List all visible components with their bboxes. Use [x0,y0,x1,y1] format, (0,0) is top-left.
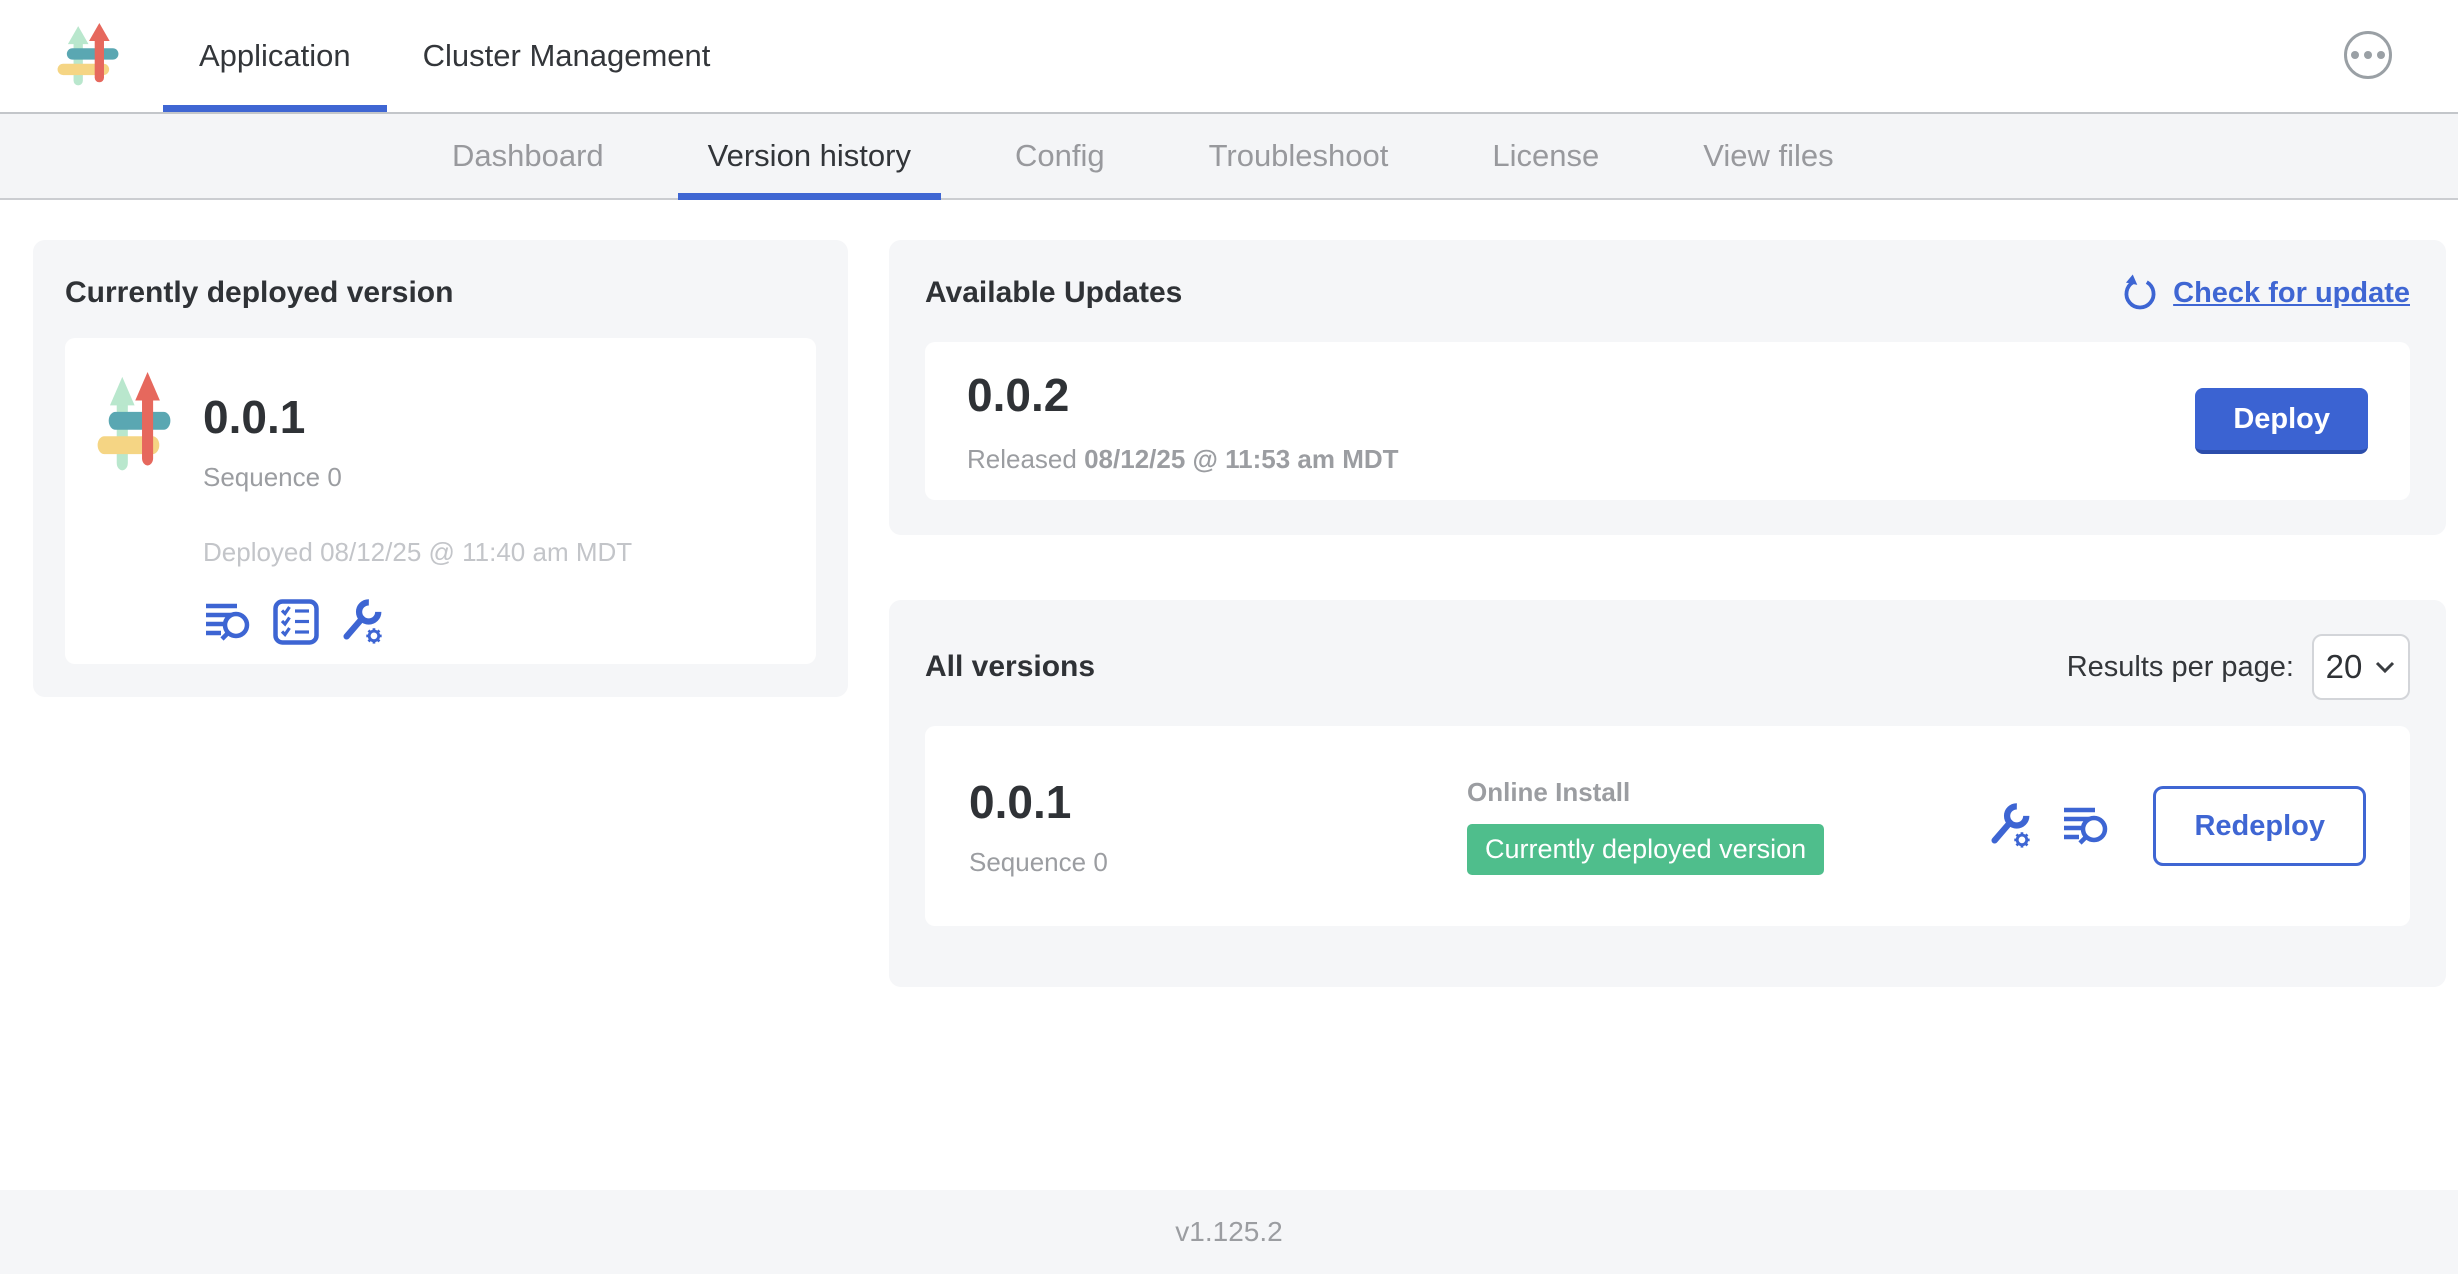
footer-version-label: v1.125.2 [1175,1216,1282,1248]
edit-config-icon[interactable] [1985,802,2033,850]
app-icon [97,372,171,476]
tab-cluster-management[interactable]: Cluster Management [387,0,747,112]
app-subnav: Dashboard Version history Config Trouble… [0,112,2458,200]
deployed-sequence-label: Sequence 0 [203,462,632,493]
currently-deployed-card: 0.0.1 Sequence 0 Deployed 08/12/25 @ 11:… [65,338,816,664]
edit-config-icon[interactable] [337,598,385,646]
currently-deployed-section: Currently deployed version 0.0.1 Sequenc… [33,240,848,697]
chevron-down-icon [2374,660,2396,674]
deploy-logs-icon[interactable] [2061,803,2113,849]
available-updates-section: Available Updates Check for update 0.0.2… [889,240,2446,535]
all-versions-section: All versions Results per page: 20 0.0.1 … [889,600,2446,987]
ellipsis-menu-button[interactable] [2344,31,2392,79]
tab-application[interactable]: Application [163,0,387,112]
results-per-page-select[interactable]: 20 [2312,634,2410,700]
update-version-label: 0.0.2 [967,368,1399,422]
deployed-actions [203,598,632,646]
row-version-label: 0.0.1 [969,775,1467,829]
subnav-tab-version-history[interactable]: Version history [678,114,941,198]
update-card: 0.0.2 Released 08/12/25 @ 11:53 am MDT D… [925,342,2410,500]
subnav-tab-view-files[interactable]: View files [1673,114,1863,198]
deployed-version-label: 0.0.1 [203,390,632,444]
check-for-update-link[interactable]: Check for update [2121,274,2410,312]
available-updates-title: Available Updates [925,276,1182,310]
subnav-tab-troubleshoot[interactable]: Troubleshoot [1179,114,1419,198]
subnav-tab-config[interactable]: Config [985,114,1135,198]
all-versions-title: All versions [925,650,1095,684]
row-sequence-label: Sequence 0 [969,847,1467,878]
released-timestamp: Released 08/12/25 @ 11:53 am MDT [967,444,1399,475]
subnav-tab-dashboard[interactable]: Dashboard [422,114,634,198]
currently-deployed-title: Currently deployed version [65,276,816,310]
install-type-label: Online Install [1467,777,1985,808]
redeploy-button[interactable]: Redeploy [2153,786,2366,866]
subnav-tab-license[interactable]: License [1462,114,1629,198]
header-tabs: Application Cluster Management [163,0,746,112]
app-header: Application Cluster Management [0,0,2458,112]
currently-deployed-badge: Currently deployed version [1467,824,1824,875]
results-per-page-label: Results per page: [2067,651,2294,684]
app-footer: v1.125.2 [0,1190,2458,1274]
preflight-checks-icon[interactable] [273,599,319,645]
refresh-icon [2121,274,2159,312]
deployed-timestamp: Deployed 08/12/25 @ 11:40 am MDT [203,537,632,568]
app-logo-icon [57,23,119,89]
version-row: 0.0.1 Sequence 0 Online Install Currentl… [925,726,2410,926]
main-content: Currently deployed version 0.0.1 Sequenc… [0,200,2458,987]
deploy-logs-icon[interactable] [203,599,255,645]
deploy-button[interactable]: Deploy [2195,388,2368,454]
